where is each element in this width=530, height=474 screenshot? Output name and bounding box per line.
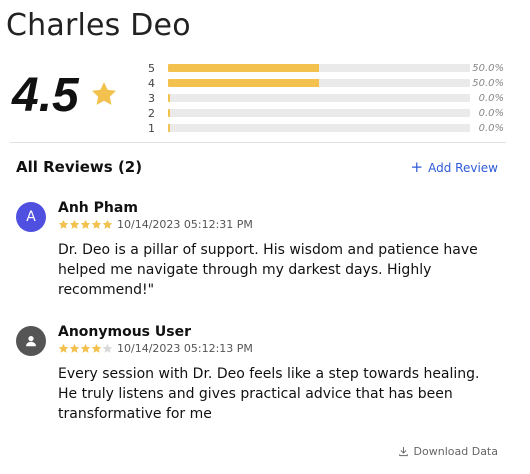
distribution-bar-track (168, 124, 470, 132)
distribution-percent: 50.0% (472, 78, 504, 89)
add-review-label: Add Review (428, 160, 498, 175)
distribution-bar-fill (168, 109, 170, 117)
rating-distribution: 5 50.0% 4 50.0% 3 0.0% 2 0.0% 1 0.0% (148, 61, 510, 136)
distribution-bar-track (168, 94, 470, 102)
star-icon (69, 343, 80, 353)
distribution-star-label: 1 (148, 122, 155, 135)
distribution-bar-fill (168, 79, 319, 87)
plus-icon: + (410, 158, 424, 176)
distribution-bar-fill (168, 124, 170, 132)
star-icon (69, 219, 80, 229)
reviews-heading: All Reviews (2) (16, 158, 143, 176)
review-date: 10/14/2023 05:12:13 PM (117, 342, 253, 355)
distribution-star-label: 4 (148, 77, 155, 90)
distribution-bar-track (168, 64, 470, 72)
avatar (16, 326, 46, 356)
distribution-bar-fill (168, 64, 319, 72)
review-stars (58, 343, 113, 354)
star-icon (91, 219, 102, 229)
distribution-row: 4 50.0% (148, 76, 510, 91)
star-icon (102, 343, 113, 353)
star-icon (91, 343, 102, 353)
avatar-letter: A (26, 209, 36, 225)
review-meta: 10/14/2023 05:12:13 PM (58, 342, 253, 355)
review-text: Dr. Deo is a pillar of support. His wisd… (58, 242, 478, 298)
distribution-row: 5 50.0% (148, 61, 510, 76)
download-label: Download Data (413, 445, 498, 458)
distribution-row: 3 0.0% (148, 91, 510, 106)
distribution-percent: 0.0% (478, 93, 504, 104)
review-meta: 10/14/2023 05:12:31 PM (58, 218, 253, 231)
distribution-bar-fill (168, 94, 170, 102)
section-divider (10, 142, 506, 143)
distribution-row: 1 0.0% (148, 121, 510, 136)
star-icon (102, 219, 113, 229)
star-icon (91, 82, 117, 105)
distribution-bar-track (168, 79, 470, 87)
download-data-button[interactable]: Download Data (398, 445, 498, 458)
download-icon (398, 446, 408, 457)
page-title: Charles Deo (6, 8, 191, 43)
distribution-bar-track (168, 109, 470, 117)
distribution-percent: 0.0% (478, 123, 504, 134)
distribution-percent: 0.0% (478, 108, 504, 119)
review-stars (58, 219, 113, 230)
avatar: A (16, 202, 46, 232)
average-rating: 4.5 (12, 69, 79, 122)
reviewer-name: Anh Pham (58, 200, 138, 216)
star-icon (80, 343, 91, 353)
star-icon (80, 219, 91, 229)
star-icon (58, 219, 69, 229)
distribution-star-label: 5 (148, 62, 155, 75)
star-icon (58, 343, 69, 353)
user-icon (26, 336, 36, 347)
add-review-button[interactable]: + Add Review (411, 160, 498, 175)
distribution-percent: 50.0% (472, 63, 504, 74)
review-text: Every session with Dr. Deo feels like a … (58, 366, 480, 422)
distribution-star-label: 2 (148, 107, 155, 120)
distribution-row: 2 0.0% (148, 106, 510, 121)
review-date: 10/14/2023 05:12:31 PM (117, 218, 253, 231)
reviewer-name: Anonymous User (58, 324, 191, 340)
distribution-star-label: 3 (148, 92, 155, 105)
